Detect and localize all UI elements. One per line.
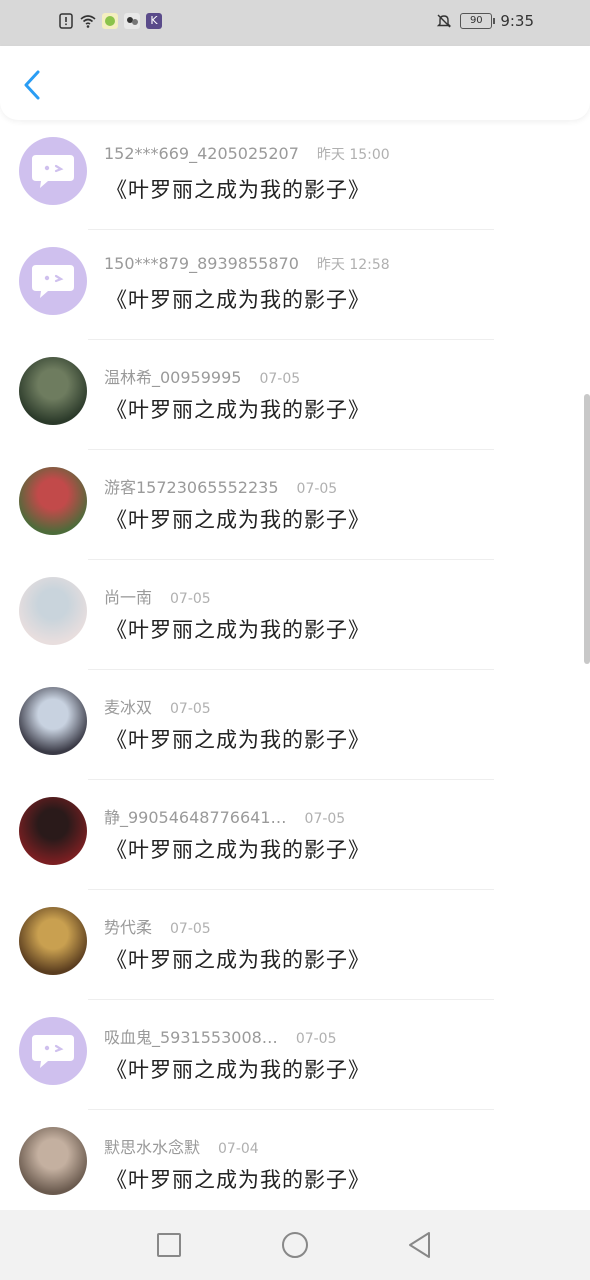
avatar[interactable] xyxy=(19,907,87,975)
timestamp: 07-05 xyxy=(170,921,211,937)
chat-bubble-icon xyxy=(32,265,74,298)
message-meta: 游客15723065552235 07-05 xyxy=(104,474,337,498)
username: 尚一南 xyxy=(104,588,153,607)
clock: 9:35 xyxy=(500,12,534,30)
timestamp: 07-05 xyxy=(170,701,211,717)
status-bar: K 90 9:35 xyxy=(0,0,590,46)
message-meta: 152***669_4205025207 昨天 15:00 xyxy=(104,144,390,164)
message-meta: 默思水水念默 07-04 xyxy=(104,1134,259,1158)
status-left-icons: K xyxy=(58,13,162,29)
list-item[interactable]: 麦冰双 07-05 《叶罗丽之成为我的影子》 xyxy=(0,670,590,780)
list-item[interactable]: 势代柔 07-05 《叶罗丽之成为我的影子》 xyxy=(0,890,590,1000)
wifi-icon xyxy=(80,15,96,28)
battery-indicator: 90 xyxy=(460,13,496,29)
list-item[interactable]: 温林希_00959995 07-05 《叶罗丽之成为我的影子》 xyxy=(0,340,590,450)
avatar[interactable] xyxy=(19,137,87,205)
message-meta: 势代柔 07-05 xyxy=(104,914,211,938)
status-right: 90 9:35 xyxy=(436,12,534,30)
message-text: 《叶罗丽之成为我的影子》 xyxy=(106,728,370,752)
message-meta: 吸血鬼_5931553008… 07-05 xyxy=(104,1024,337,1048)
username: 麦冰双 xyxy=(104,698,153,717)
alert-icon xyxy=(59,13,73,29)
username: 吸血鬼_5931553008… xyxy=(104,1028,278,1047)
username: 温林希_00959995 xyxy=(104,368,242,387)
list-item[interactable]: 静_99054648776641… 07-05 《叶罗丽之成为我的影子》 xyxy=(0,780,590,890)
scrollbar[interactable] xyxy=(584,394,590,664)
username: 152***669_4205025207 xyxy=(104,144,299,163)
username: 150***879_8939855870 xyxy=(104,254,299,273)
back-button[interactable] xyxy=(18,68,48,102)
username: 游客15723065552235 xyxy=(104,478,279,497)
message-text: 《叶罗丽之成为我的影子》 xyxy=(106,508,370,532)
avatar[interactable] xyxy=(19,247,87,315)
timestamp: 昨天 12:58 xyxy=(316,257,390,273)
system-nav-bar xyxy=(0,1210,590,1280)
avatar[interactable] xyxy=(19,357,87,425)
message-text: 《叶罗丽之成为我的影子》 xyxy=(106,288,370,312)
username: 势代柔 xyxy=(104,918,153,937)
chat-bubble-icon xyxy=(32,155,74,188)
timestamp: 07-04 xyxy=(218,1141,259,1157)
username: 默思水水念默 xyxy=(104,1138,201,1157)
avatar[interactable] xyxy=(19,1017,87,1085)
timestamp: 07-05 xyxy=(295,1031,337,1047)
list-item[interactable]: 游客15723065552235 07-05 《叶罗丽之成为我的影子》 xyxy=(0,450,590,560)
timestamp: 07-05 xyxy=(296,481,338,497)
message-meta: 温林希_00959995 07-05 xyxy=(104,364,300,388)
chevron-left-icon xyxy=(24,70,40,100)
avatar[interactable] xyxy=(19,467,87,535)
app-notification-icon xyxy=(102,13,118,29)
message-meta: 麦冰双 07-05 xyxy=(104,694,211,718)
list-item[interactable]: 尚一南 07-05 《叶罗丽之成为我的影子》 xyxy=(0,560,590,670)
message-text: 《叶罗丽之成为我的影子》 xyxy=(106,178,370,202)
list-item[interactable]: 默思水水念默 07-04 《叶罗丽之成为我的影子》 xyxy=(0,1110,590,1220)
avatar[interactable] xyxy=(19,687,87,755)
timestamp: 07-05 xyxy=(170,591,211,607)
back-triangle-icon[interactable] xyxy=(405,1230,435,1260)
username: 静_99054648776641… xyxy=(104,808,287,827)
list-item[interactable]: 150***879_8939855870 昨天 12:58 《叶罗丽之成为我的影子》 xyxy=(0,230,590,340)
list-item[interactable]: 吸血鬼_5931553008… 07-05 《叶罗丽之成为我的影子》 xyxy=(0,1000,590,1110)
message-meta: 尚一南 07-05 xyxy=(104,584,211,608)
message-text: 《叶罗丽之成为我的影子》 xyxy=(106,948,370,972)
avatar[interactable] xyxy=(19,1127,87,1195)
list-item[interactable]: 152***669_4205025207 昨天 15:00 《叶罗丽之成为我的影子》 xyxy=(0,120,590,230)
k-app-icon: K xyxy=(146,13,162,29)
message-meta: 静_99054648776641… 07-05 xyxy=(104,804,345,828)
message-text: 《叶罗丽之成为我的影子》 xyxy=(106,1058,370,1082)
message-meta: 150***879_8939855870 昨天 12:58 xyxy=(104,254,390,274)
timestamp: 07-05 xyxy=(304,811,346,827)
home-icon[interactable] xyxy=(280,1230,310,1260)
message-text: 《叶罗丽之成为我的影子》 xyxy=(106,838,370,862)
app-notification-icon-2 xyxy=(124,13,140,29)
avatar[interactable] xyxy=(19,577,87,645)
message-text: 《叶罗丽之成为我的影子》 xyxy=(106,1168,370,1192)
recent-apps-icon[interactable] xyxy=(154,1230,184,1260)
timestamp: 07-05 xyxy=(259,371,301,387)
message-text: 《叶罗丽之成为我的影子》 xyxy=(106,618,370,642)
avatar[interactable] xyxy=(19,797,87,865)
message-text: 《叶罗丽之成为我的影子》 xyxy=(106,398,370,422)
timestamp: 昨天 15:00 xyxy=(316,147,390,163)
chat-bubble-icon xyxy=(32,1035,74,1068)
bell-muted-icon xyxy=(437,14,452,28)
header xyxy=(0,46,590,120)
message-list: 152***669_4205025207 昨天 15:00 《叶罗丽之成为我的影子》… xyxy=(0,120,590,1220)
